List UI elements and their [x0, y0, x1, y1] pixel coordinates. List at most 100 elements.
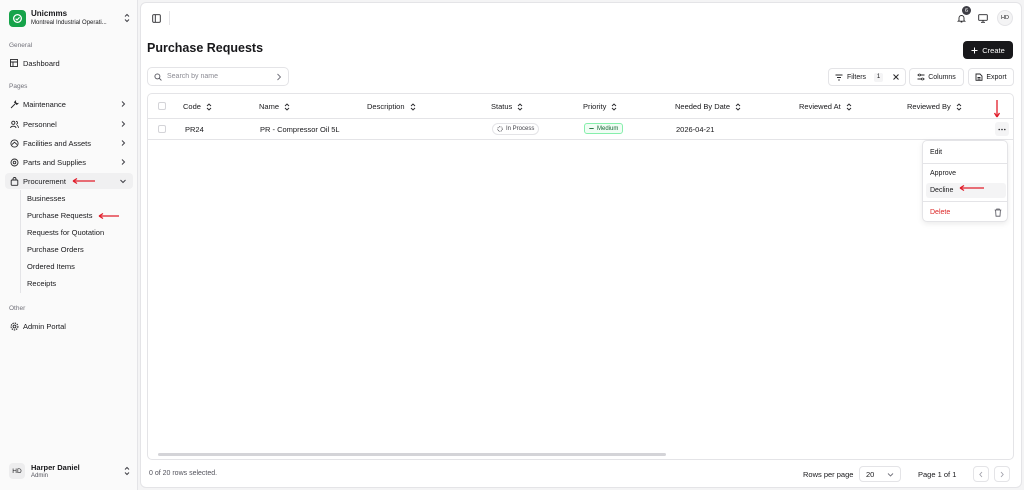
- sidebar-item-admin-portal[interactable]: Admin Portal: [5, 318, 133, 334]
- sort-icon: [846, 102, 852, 111]
- select-all-checkbox[interactable]: [158, 102, 166, 110]
- page-info: Page 1 of 1: [918, 470, 957, 479]
- bell-icon: [956, 14, 966, 22]
- column-header-code[interactable]: Code: [183, 102, 212, 111]
- rows-per-page-select[interactable]: 20: [859, 466, 901, 482]
- column-header-reviewed-by[interactable]: Reviewed By: [907, 102, 962, 111]
- horizontal-scrollbar[interactable]: [158, 453, 666, 456]
- logo-icon: [9, 9, 26, 27]
- menu-divider: [923, 163, 1007, 164]
- main-panel: 6 HD Purchase Requests Create Filters 1 …: [140, 2, 1022, 488]
- sidebar-item-label: Parts and Supplies: [23, 157, 86, 167]
- notification-badge: 6: [962, 6, 971, 15]
- filters-button[interactable]: Filters 1: [828, 68, 906, 86]
- priority-dash-icon: [589, 128, 594, 129]
- trash-icon: [994, 208, 1002, 217]
- sidebar-item-maintenance[interactable]: Maintenance: [5, 96, 133, 112]
- chevron-right-icon: [121, 121, 126, 127]
- table-row[interactable]: PR24 PR - Compressor Oil 5L In Process M…: [148, 119, 1013, 140]
- org-name: Unicmms: [31, 9, 68, 18]
- close-icon[interactable]: [892, 73, 900, 81]
- org-subtitle: Montreal Industrial Operati...: [31, 20, 107, 26]
- loader-icon: [497, 126, 503, 132]
- column-header-label: Reviewed By: [907, 102, 951, 111]
- user-role: Admin: [31, 473, 49, 479]
- annotation-arrow-decline: [959, 184, 984, 192]
- annotation-arrow-row-actions: [993, 100, 1001, 118]
- chevrons-updown-icon: [124, 466, 130, 476]
- sidebar-item-dashboard[interactable]: Dashboard: [5, 55, 133, 71]
- chevrons-updown-icon: [124, 13, 130, 23]
- chevron-right-icon: [1000, 471, 1004, 477]
- sidebar-item-parts-and-supplies[interactable]: Parts and Supplies: [5, 154, 133, 170]
- sort-icon: [735, 102, 741, 111]
- annotation-arrow-procurement: [72, 177, 95, 185]
- bag-icon: [9, 176, 19, 186]
- user-menu[interactable]: HD Harper Daniel Admin: [9, 459, 131, 483]
- column-header-label: Code: [183, 102, 201, 111]
- column-header-label: Status: [491, 102, 513, 111]
- sidebar-item-label: Admin Portal: [23, 321, 66, 331]
- rows-per-page-label: Rows per page: [803, 470, 854, 479]
- users-icon: [9, 119, 19, 129]
- sidebar-item-label: Procurement: [23, 176, 66, 186]
- create-button-label: Create: [982, 45, 1005, 55]
- display-button[interactable]: [975, 10, 991, 26]
- sidebar-item-procurement[interactable]: Procurement: [5, 173, 133, 189]
- column-header-label: Reviewed At: [799, 102, 841, 111]
- next-page-button[interactable]: [994, 466, 1010, 482]
- export-label: Export: [986, 73, 1007, 81]
- column-header-name[interactable]: Name: [259, 102, 290, 111]
- menu-item-approve[interactable]: Approve: [926, 166, 1006, 181]
- sort-icon: [206, 102, 212, 111]
- search-field[interactable]: [147, 67, 289, 86]
- row-checkbox[interactable]: [158, 125, 166, 133]
- selection-status: 0 of 20 rows selected.: [149, 470, 218, 477]
- dashboard-icon: [9, 58, 19, 68]
- sidebar-subitem-receipts[interactable]: Receipts: [22, 276, 132, 291]
- export-button[interactable]: Export: [968, 68, 1014, 86]
- sidebar-subitem-requests-for-quotation[interactable]: Requests for Quotation: [22, 225, 132, 240]
- cell-name: PR - Compressor Oil 5L: [260, 125, 340, 134]
- chevron-right-icon: [121, 101, 126, 107]
- sort-icon: [284, 102, 290, 111]
- notifications-button[interactable]: 6: [953, 6, 971, 26]
- chevron-right-icon: [277, 73, 282, 81]
- filter-icon: [835, 74, 843, 80]
- row-actions-button[interactable]: [995, 122, 1009, 136]
- avatar[interactable]: HD: [997, 10, 1013, 26]
- column-header-label: Description: [367, 102, 405, 111]
- page-title: Purchase Requests: [147, 41, 264, 55]
- column-header-description[interactable]: Description: [367, 102, 416, 111]
- sidebar-item-label: Personnel: [23, 119, 57, 129]
- sidebar-toggle-button[interactable]: [148, 10, 164, 26]
- chevron-down-icon: [120, 179, 126, 184]
- building-icon: [9, 138, 19, 148]
- sidebar-item-personnel[interactable]: Personnel: [5, 116, 133, 132]
- priority-badge: Medium: [584, 123, 624, 134]
- table-header: Code Name Description Status Priority Ne…: [148, 94, 1013, 119]
- menu-item-edit[interactable]: Edit: [926, 145, 1006, 160]
- sidebar-subitem-purchase-orders[interactable]: Purchase Orders: [22, 242, 132, 257]
- filters-label: Filters: [847, 73, 867, 81]
- column-header-needed-by-date[interactable]: Needed By Date: [675, 102, 741, 111]
- section-label-general: General: [9, 42, 33, 49]
- sidebar-toggle-icon: [151, 13, 161, 23]
- search-input[interactable]: [167, 73, 267, 80]
- columns-button[interactable]: Columns: [909, 68, 964, 86]
- sidebar-item-label: Dashboard: [23, 58, 60, 68]
- create-button[interactable]: Create: [963, 41, 1013, 59]
- sidebar-subitem-ordered-items[interactable]: Ordered Items: [22, 259, 132, 274]
- column-header-priority[interactable]: Priority: [583, 102, 617, 111]
- org-switcher[interactable]: Unicmms Montreal Industrial Operati...: [9, 7, 131, 29]
- data-table: Code Name Description Status Priority Ne…: [147, 93, 1014, 460]
- chevron-down-icon: [887, 473, 894, 477]
- column-header-reviewed-at[interactable]: Reviewed At: [799, 102, 852, 111]
- column-header-status[interactable]: Status: [491, 102, 523, 111]
- box-icon: [9, 157, 19, 167]
- menu-item-delete[interactable]: Delete: [926, 205, 1006, 220]
- previous-page-button[interactable]: [973, 466, 989, 482]
- sidebar-item-facilities-and-assets[interactable]: Facilities and Assets: [5, 135, 133, 151]
- sidebar-subitem-businesses[interactable]: Businesses: [22, 191, 132, 206]
- sort-icon: [956, 102, 962, 111]
